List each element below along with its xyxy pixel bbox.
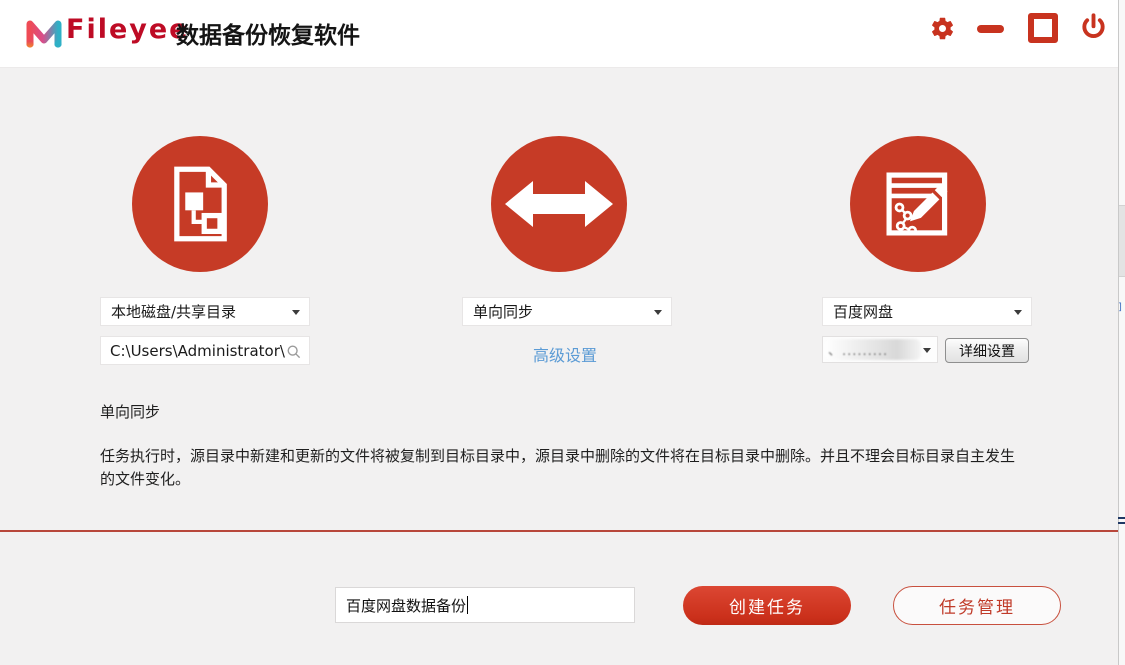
details-settings-button[interactable]: 详细设置 xyxy=(945,338,1029,363)
chevron-down-icon xyxy=(923,348,931,353)
fileyee-window: Fileyee 数据备份恢复软件 本地磁盘/共享目录 C:\Users\Admi… xyxy=(0,0,1125,665)
edge-artifact xyxy=(1118,517,1125,519)
red-divider xyxy=(0,530,1125,532)
task-name-input[interactable]: 百度网盘数据备份 xyxy=(335,587,635,623)
edit-note-icon xyxy=(886,172,948,236)
task-name-value: 百度网盘数据备份 xyxy=(346,596,467,615)
search-icon[interactable] xyxy=(285,343,302,360)
source-type-value: 本地磁盘/共享目录 xyxy=(111,303,237,321)
sync-mode-heading: 单向同步 xyxy=(100,403,161,421)
document-tree-icon xyxy=(174,166,227,242)
source-type-dropdown[interactable]: 本地磁盘/共享目录 xyxy=(100,297,310,326)
chevron-down-icon xyxy=(1014,310,1022,315)
advanced-settings-link[interactable]: 高级设置 xyxy=(533,342,597,366)
source-path-value: C:\Users\Administrator\ xyxy=(110,341,285,360)
background-window-edge xyxy=(1118,0,1125,665)
edge-text-fragment: ] xyxy=(1118,302,1122,313)
target-step-circle xyxy=(850,136,986,272)
brand-name: Fileyee xyxy=(66,14,190,45)
sync-mode-description: 任务执行时，源目录中新建和更新的文件将被复制到目标目录中，源目录中删除的文件将在… xyxy=(100,447,1016,488)
sync-mode-value: 单向同步 xyxy=(473,303,534,321)
target-type-value: 百度网盘 xyxy=(833,303,894,321)
double-arrow-icon xyxy=(505,181,613,227)
create-task-button[interactable]: 创建任务 xyxy=(683,586,851,625)
source-step-circle xyxy=(132,136,268,272)
edge-artifact xyxy=(1118,522,1125,524)
background-scrollbar-thumb xyxy=(1119,205,1125,277)
sync-step-circle xyxy=(491,136,627,272)
minimize-icon[interactable] xyxy=(977,25,1004,33)
app-title: 数据备份恢复软件 xyxy=(176,23,360,49)
maximize-icon[interactable] xyxy=(1028,13,1058,43)
target-type-dropdown[interactable]: 百度网盘 xyxy=(822,297,1032,326)
source-path-input[interactable]: C:\Users\Administrator\ xyxy=(100,336,310,365)
masked-account-value: 、......... xyxy=(828,344,889,359)
target-account-dropdown[interactable]: 、......... xyxy=(822,336,938,363)
chevron-down-icon xyxy=(292,310,300,315)
task-manager-button[interactable]: 任务管理 xyxy=(893,586,1061,625)
settings-icon[interactable] xyxy=(929,15,956,42)
sync-mode-dropdown[interactable]: 单向同步 xyxy=(462,297,672,326)
text-caret xyxy=(467,596,469,614)
chevron-down-icon xyxy=(654,310,662,315)
close-power-icon[interactable] xyxy=(1078,12,1109,43)
fileyee-logo-icon xyxy=(26,20,62,48)
title-bar: Fileyee 数据备份恢复软件 xyxy=(0,0,1125,68)
